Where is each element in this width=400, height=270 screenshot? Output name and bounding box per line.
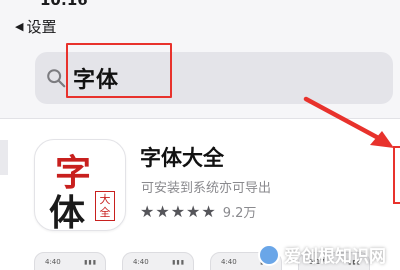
back-chevron-icon: ◀ xyxy=(15,19,24,33)
thumb-time: 4:40 xyxy=(221,258,237,266)
app-icon[interactable]: 字 体 大全 xyxy=(34,139,126,231)
watermark-text: 爱创根知识网 xyxy=(284,247,386,267)
thumb-signal-icon: ▮▮▮ xyxy=(172,259,185,266)
rating-count: 9.2万 xyxy=(222,206,257,221)
back-button[interactable]: ◀ 设置 xyxy=(15,15,56,37)
thumb-time: 4:40 xyxy=(45,258,61,266)
app-rating: ★★★★★ 9.2万 xyxy=(140,202,256,221)
search-icon xyxy=(47,69,66,88)
rating-stars-icon: ★★★★★ xyxy=(140,202,217,221)
app-subtitle: 可安装到系统亦可导出 xyxy=(141,181,272,196)
screenshot-thumb[interactable]: 4:40 ▮▮▮ xyxy=(34,252,106,270)
search-query: 字体 xyxy=(73,68,120,93)
app-name[interactable]: 字体大全 xyxy=(140,142,224,172)
status-time: 10:16 xyxy=(40,0,88,9)
watermark: 爱创根知识网 xyxy=(258,242,386,267)
back-label: 设置 xyxy=(26,17,57,36)
screenshot-thumb[interactable]: 4:40 ▮▮▮ xyxy=(122,252,194,270)
left-edge-strip xyxy=(0,140,8,175)
watermark-logo-icon xyxy=(258,243,280,266)
app-icon-seal: 大全 xyxy=(95,191,115,221)
thumb-time: 4:40 xyxy=(133,258,149,266)
thumb-signal-icon: ▮▮▮ xyxy=(84,259,97,266)
app-icon-char-bottom: 体 xyxy=(49,192,86,231)
annotation-arrow-icon xyxy=(303,96,394,148)
